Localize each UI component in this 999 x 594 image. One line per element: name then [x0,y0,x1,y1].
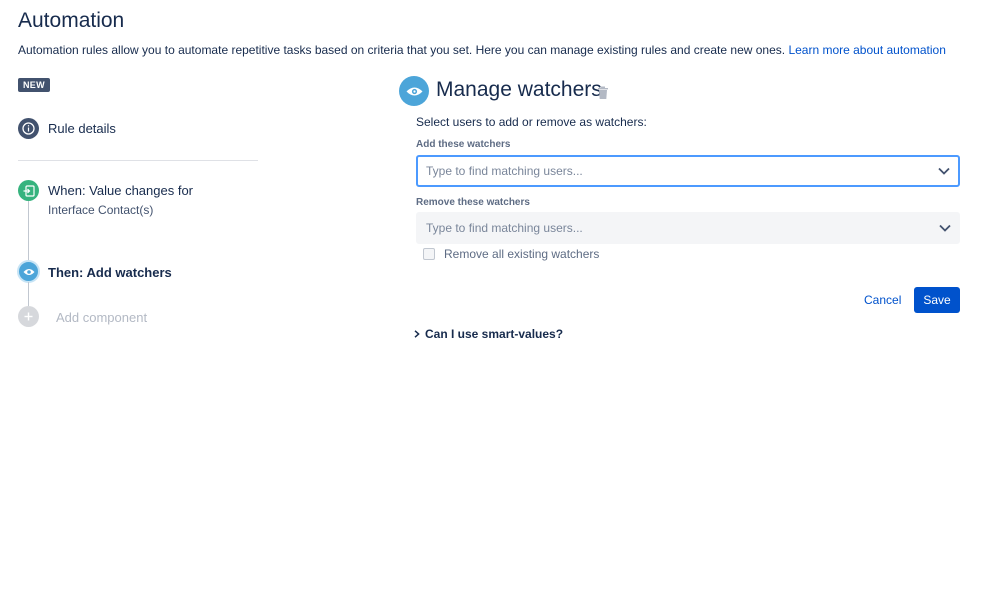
step-connector [28,201,29,260]
smart-values-toggle[interactable]: Can I use smart-values? [414,327,563,341]
action-step-label[interactable]: Then: Add watchers [48,265,172,280]
chevron-down-icon[interactable] [939,224,951,232]
page-title: Automation [18,9,125,32]
add-watchers-select[interactable]: Type to find matching users... [416,155,960,187]
eye-icon[interactable] [17,260,40,283]
intro-description: Automation rules allow you to automate r… [18,43,786,57]
remove-watchers-label: Remove these watchers [416,197,530,208]
panel-instructions: Select users to add or remove as watcher… [416,115,647,129]
save-button[interactable]: Save [914,287,960,313]
smart-values-label: Can I use smart-values? [425,327,564,341]
trash-icon[interactable] [597,86,609,100]
remove-watchers-placeholder: Type to find matching users... [426,221,583,235]
remove-watchers-select[interactable]: Type to find matching users... [416,212,960,244]
new-badge: NEW [18,78,50,92]
trigger-icon[interactable] [18,180,39,201]
remove-all-checkbox[interactable] [423,248,435,260]
add-watchers-label: Add these watchers [416,139,511,150]
chevron-right-icon [414,330,420,338]
automation-page: Automation Automation rules allow you to… [0,0,999,594]
plus-icon[interactable] [18,306,39,327]
learn-more-link[interactable]: Learn more about automation [788,43,945,57]
add-component-button[interactable]: Add component [56,310,147,325]
step-connector [28,282,29,306]
add-watchers-placeholder: Type to find matching users... [426,164,583,178]
trigger-step-field: Interface Contact(s) [48,203,154,217]
intro-text: Automation rules allow you to automate r… [18,43,946,57]
divider [18,160,258,161]
rule-details-step[interactable]: Rule details [48,121,116,136]
info-icon[interactable] [18,118,39,139]
cancel-button[interactable]: Cancel [858,287,907,313]
trigger-step-label[interactable]: When: Value changes for [48,183,193,198]
chevron-down-icon[interactable] [938,167,950,175]
eye-icon [399,76,429,106]
remove-all-row: Remove all existing watchers [423,247,599,261]
panel-title: Manage watchers [436,78,602,101]
remove-all-label[interactable]: Remove all existing watchers [444,247,599,261]
